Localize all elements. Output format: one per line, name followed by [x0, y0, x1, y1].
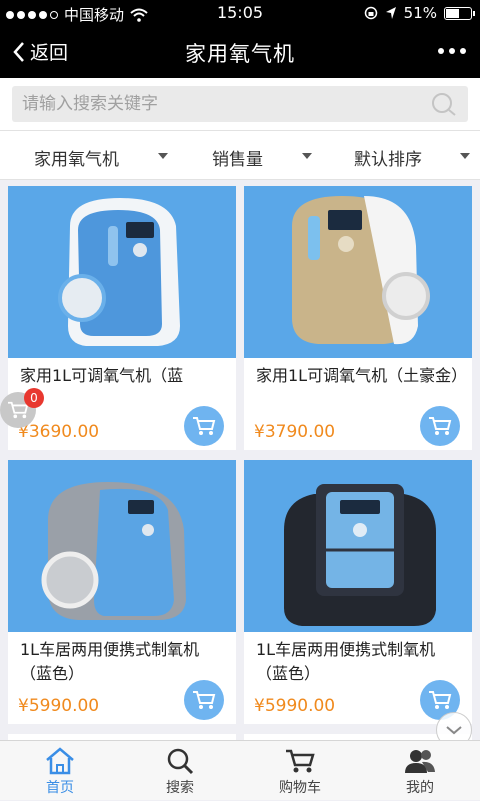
product-image: [244, 186, 472, 358]
cart-icon: [429, 417, 452, 435]
add-to-cart-button[interactable]: [420, 406, 460, 446]
home-icon: [46, 747, 74, 775]
tab-home[interactable]: 首页: [0, 741, 120, 801]
page-title: 家用氧气机: [185, 42, 295, 66]
product-card[interactable]: 家用1L可调氧气机（土豪金） ¥3790.00: [244, 186, 472, 450]
cart-badge: 0: [24, 388, 44, 408]
cart-icon: [286, 749, 315, 773]
search-bar: [0, 78, 480, 130]
product-price: ¥5990.00: [18, 696, 100, 716]
rotation-lock-icon: [364, 6, 377, 20]
caret-down-icon: [460, 153, 470, 159]
tab-me[interactable]: 我的: [360, 741, 480, 801]
filter-bar: 家用氧气机 销售量 默认排序: [0, 130, 480, 180]
search-input[interactable]: [12, 86, 412, 122]
search-box: [12, 86, 468, 122]
caret-down-icon: [302, 153, 312, 159]
product-image: [8, 186, 236, 358]
product-price: ¥3690.00: [18, 422, 100, 442]
product-name: 1L车居两用便携式制氧机（蓝色）: [256, 640, 436, 683]
product-name: 1L车居两用便携式制氧机（蓝色）: [20, 640, 200, 683]
filter-sort-label: 默认排序: [354, 150, 422, 170]
caret-down-icon: [158, 153, 168, 159]
product-image: [8, 460, 236, 632]
add-to-cart-button[interactable]: [184, 680, 224, 720]
filter-category-label: 家用氧气机: [34, 150, 119, 170]
cart-icon: [193, 691, 216, 709]
tab-search[interactable]: 搜索: [120, 741, 240, 801]
cart-icon: [193, 417, 216, 435]
user-icon: [405, 750, 435, 773]
nav-bar: 返回 家用氧气机: [0, 26, 480, 78]
product-name: 家用1L可调氧气机（蓝: [20, 366, 184, 385]
tab-home-label: 首页: [46, 780, 74, 796]
tab-bar: 首页 搜索 购物车 我的: [0, 740, 480, 800]
search-icon[interactable]: [430, 91, 458, 117]
battery-fill: [446, 8, 460, 18]
product-name: 家用1L可调氧气机（土豪金）: [256, 366, 468, 385]
location-icon: [385, 7, 396, 19]
cart-icon: [429, 691, 452, 709]
product-card[interactable]: 1L车居两用便携式制氧机（蓝色） ¥5990.00: [8, 460, 236, 724]
product-card[interactable]: 家用1L可调氧气机（蓝 ¥3690.00: [8, 186, 236, 450]
status-right: 51%: [364, 4, 475, 22]
battery-icon: [444, 6, 475, 20]
filter-sales-label: 销售量: [212, 150, 263, 170]
product-grid: 家用1L可调氧气机（蓝 ¥3690.00 家用1L可调氧气机（土豪金） ¥379…: [0, 180, 480, 740]
more-icon[interactable]: [438, 48, 466, 54]
tab-cart[interactable]: 购物车: [240, 741, 360, 801]
add-to-cart-button[interactable]: [184, 406, 224, 446]
battery-percent: 51%: [403, 4, 437, 22]
tab-cart-label: 购物车: [279, 780, 321, 796]
floating-cart-button[interactable]: 0: [0, 388, 44, 428]
status-bar: 中国移动 15:05 51%: [0, 0, 480, 26]
chevron-down-icon: [446, 726, 462, 735]
product-image: [244, 460, 472, 632]
product-price: ¥5990.00: [254, 696, 336, 716]
product-price: ¥3790.00: [254, 422, 336, 442]
search-icon: [167, 748, 194, 775]
product-card[interactable]: 1L车居两用便携式制氧机（蓝色） ¥5990.00: [244, 460, 472, 724]
tab-me-label: 我的: [406, 780, 434, 796]
tab-search-label: 搜索: [166, 780, 194, 796]
